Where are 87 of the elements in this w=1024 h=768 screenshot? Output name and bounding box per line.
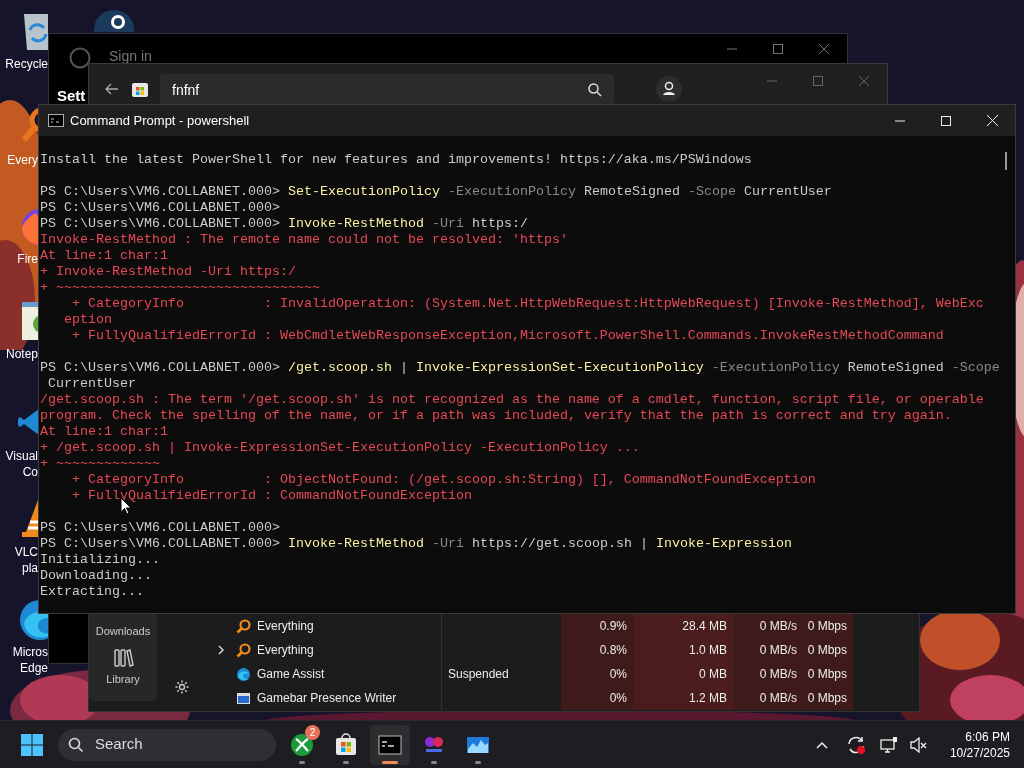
desktop-icon-label: Recycle — [5, 56, 48, 72]
terminal-line: PS C:\Users\VM6.COLLABNET.000> Invoke-RestMethod -Uri https://get.scoop.sh | Invoke-Expression — [39, 536, 793, 552]
taskbar-app[interactable] — [370, 724, 410, 765]
terminal-line: /get.scoop.sh : The term '/get.scoop.sh' is not recognized as the name of a cmdlet, function, script file, or operable — [39, 392, 985, 408]
terminal-line: Initializing... — [39, 552, 161, 568]
table-cell: 0 MB/s — [733, 662, 803, 686]
back-arrow-icon[interactable] — [105, 83, 119, 95]
magnifier-icon — [236, 618, 251, 634]
table-cell: 0% — [561, 662, 633, 686]
sign-in-text[interactable]: Sign in — [109, 48, 152, 64]
process-name: Gamebar Presence Writer — [257, 690, 397, 707]
table-cell: 0 Mbps — [803, 614, 853, 638]
terminal-app-icon — [48, 114, 64, 127]
desktop-icon-label: Every — [7, 152, 38, 168]
terminal-line: PS C:\Users\VM6.COLLABNET.000> — [39, 200, 281, 216]
terminal-line: Install the latest PowerShell for new features and improvements! https://aka.ms/PSWindows — [39, 152, 753, 168]
desktop-icon-label: VLC — [14, 544, 38, 560]
table-cell: 0.8% — [561, 638, 633, 662]
chevron-up-icon[interactable] — [815, 740, 828, 749]
table-cell: 0 MB/s — [733, 686, 803, 710]
nav-label[interactable]: Downloads — [95, 622, 151, 639]
desktop-icon-label: pla — [22, 560, 38, 576]
desktop-icon-label: Fire — [17, 251, 38, 267]
terminal-line: PS C:\Users\VM6.COLLABNET.000> Set-ExecutionPolicy -ExecutionPolicy RemoteSigned -Scope CurrentUser — [39, 184, 833, 200]
notification-badge: 2 — [305, 724, 320, 740]
window-title: Command Prompt - powershell — [70, 111, 250, 130]
table-cell: 1.0 MB — [633, 638, 733, 662]
terminal-line: + CategoryInfo : ObjectNotFound: (/get.scoop.sh:String) [], CommandNotFoundException — [71, 472, 817, 488]
terminal-line: At line:1 char:1 — [39, 424, 169, 440]
search-icon — [68, 736, 84, 753]
terminal-line: + FullyQualifiedErrorId : CommandNotFoundException — [71, 488, 473, 504]
chevron-right-icon[interactable] — [217, 645, 225, 655]
terminal-line: PS C:\Users\VM6.COLLABNET.000> Invoke-RestMethod -Uri https:/ — [39, 216, 529, 232]
terminal-line: PS C:\Users\VM6.COLLABNET.000> /get.scoop.sh | Invoke-ExpressionSet-ExecutionPolicy -ExecutionPolicy RemoteSigned -Scope — [39, 360, 1000, 376]
process-name: Everything — [257, 642, 314, 659]
terminal-line: + FullyQualifiedErrorId : WebCmdletWebResponseException,Microsoft.PowerShell.Commands.InvokeRestMethodCommand — [71, 328, 945, 344]
terminal-icon — [378, 732, 402, 757]
magnifier-icon — [236, 642, 251, 658]
table-cell: 0 MB — [633, 662, 733, 686]
window-icon — [236, 690, 251, 706]
table-cell: 28.4 MB — [633, 614, 733, 638]
table-cell: 0 Mbps — [803, 638, 853, 662]
desktop-icon-label: Notep — [5, 346, 38, 362]
process-name: Game Assist — [257, 666, 325, 683]
sync-icon[interactable] — [845, 734, 866, 755]
process-status: Suspended — [448, 666, 509, 683]
clock[interactable]: 6:06 PM 10/27/2025 — [949, 728, 1010, 761]
settings-icon[interactable] — [173, 679, 190, 695]
terminal-line: Extracting... — [39, 584, 145, 600]
table-cell: 0 Mbps — [803, 662, 853, 686]
profile-icon[interactable] — [656, 76, 682, 102]
avatar-icon — [69, 47, 91, 69]
terminal-line: Downloading... — [39, 568, 153, 584]
search-field[interactable]: fnfnf — [160, 74, 614, 106]
terminal-line: At line:1 char:1 — [39, 248, 169, 264]
table-cell: 0% — [561, 686, 633, 710]
terminal-line: Invoke-RestMethod : The remote name could not be resolved: 'https' — [39, 232, 569, 248]
table-cell: 0 MB/s — [733, 638, 803, 662]
edge-icon — [236, 666, 251, 682]
terminal-line: eption — [63, 312, 113, 328]
terminal-line: + ~~~~~~~~~~~~~~~~~~~~~~~~~~~~~~~~~ — [39, 280, 321, 296]
nav-label[interactable]: Library — [106, 671, 140, 688]
terminal-line: + CategoryInfo : InvalidOperation: (System.Net.HttpWebRequest:HttpWebRequest) [Invoke-RestMethod], WebExc — [71, 296, 985, 312]
terminal-line: program. Check the spelling of the name, or if a path was included, verify that the path is correct and try again. — [39, 408, 953, 424]
store-icon — [334, 732, 358, 757]
terminal-line: CurrentUser — [47, 376, 137, 392]
terminal-line: + ~~~~~~~~~~~~~ — [39, 456, 161, 472]
search-box[interactable]: Search — [58, 728, 276, 761]
terminal-line: + /get.scoop.sh | Invoke-ExpressionSet-ExecutionPolicy -ExecutionPolicy ... — [39, 440, 641, 456]
terminal-line: + Invoke-RestMethod -Uri https:/ — [39, 264, 297, 280]
table-cell: 1.2 MB — [633, 686, 733, 710]
books-icon[interactable] — [112, 647, 134, 669]
desktop-icon-label: Edge — [19, 660, 48, 676]
store-icon — [131, 80, 149, 98]
process-name: Everything — [257, 618, 314, 635]
desktop-icon-label: Micros — [12, 644, 48, 660]
table-cell: 0 MB/s — [733, 614, 803, 638]
table-cell: 0.9% — [561, 614, 633, 638]
table-cell: 0 Mbps — [803, 686, 853, 710]
page-heading: Sett — [57, 88, 86, 104]
network-icon[interactable] — [879, 736, 898, 753]
terminal-line: PS C:\Users\VM6.COLLABNET.000> — [39, 520, 281, 536]
start-icon[interactable] — [21, 733, 43, 756]
volume-muted-icon[interactable] — [909, 736, 928, 753]
desktop-icon-label: Co — [22, 464, 38, 480]
search-icon[interactable] — [588, 83, 602, 97]
desktop-icon-label: Visual — [5, 448, 38, 464]
